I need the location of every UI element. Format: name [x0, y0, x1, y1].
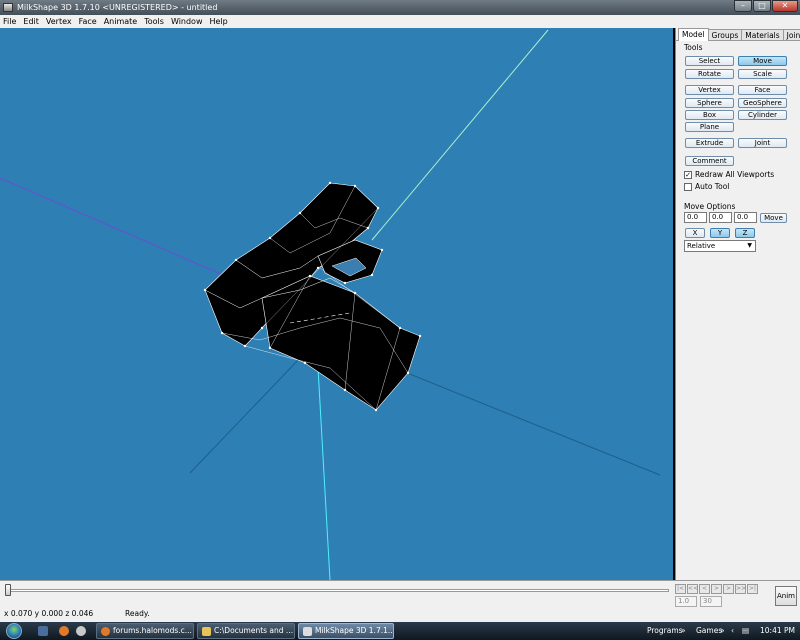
extrude-button[interactable]: Extrude: [685, 138, 734, 148]
rotate-button[interactable]: Rotate: [685, 69, 734, 79]
start-frame-field[interactable]: 1.0: [675, 596, 697, 607]
x-axis-line: [0, 177, 231, 279]
timeline-bar: |< << < > > >> >| 1.0 30 Anim x 0.070 y …: [0, 580, 800, 622]
milkshape-icon: [303, 627, 312, 636]
tools-label: Tools: [684, 43, 703, 52]
tab-groups[interactable]: Groups: [707, 29, 743, 40]
chevron-icon[interactable]: »: [681, 622, 686, 640]
y-axis-line: [371, 29, 549, 241]
select-button[interactable]: Select: [685, 56, 734, 66]
folder-icon: [202, 627, 211, 636]
panel-tabs: Model Groups Materials Joints: [676, 28, 800, 41]
auto-tool-row[interactable]: Auto Tool: [684, 182, 729, 191]
joint-button[interactable]: Joint: [738, 138, 787, 148]
menu-file[interactable]: File: [3, 15, 16, 28]
right-panel: Model Groups Materials Joints Tools Sele…: [675, 28, 800, 580]
next-key-icon[interactable]: >>: [735, 584, 746, 594]
axis-y-button[interactable]: Y: [710, 228, 730, 238]
menu-face[interactable]: Face: [79, 15, 97, 28]
scale-button[interactable]: Scale: [738, 69, 787, 79]
move-apply-button[interactable]: Move: [760, 213, 787, 223]
cylinder-button[interactable]: Cylinder: [738, 110, 787, 120]
gun-mesh: [203, 181, 422, 412]
network-icon[interactable]: ▤: [742, 622, 749, 640]
geosphere-button[interactable]: GeoSphere: [738, 98, 787, 108]
redraw-all-label: Redraw All Viewports: [695, 170, 775, 179]
vertex-button[interactable]: Vertex: [685, 85, 734, 95]
taskbar: forums.halomods.c... C:\Documents and ..…: [0, 622, 800, 640]
frame-slider-track[interactable]: [5, 589, 669, 592]
menu-vertex[interactable]: Vertex: [46, 15, 72, 28]
milkshape-app-icon: [3, 3, 13, 12]
last-frame-icon[interactable]: >|: [747, 584, 758, 594]
menu-help[interactable]: Help: [210, 15, 228, 28]
task-label: forums.halomods.c...: [113, 626, 192, 635]
menu-tools[interactable]: Tools: [144, 15, 164, 28]
play-icon[interactable]: >: [711, 584, 722, 594]
move-tool-button[interactable]: Move: [738, 56, 787, 66]
auto-tool-label: Auto Tool: [695, 182, 730, 191]
box-button[interactable]: Box: [685, 110, 734, 120]
move-mode-value: Relative: [687, 242, 716, 250]
playback-controls: |< << < > > >> >|: [675, 584, 758, 594]
axis-z-button[interactable]: Z: [735, 228, 755, 238]
move-y-input[interactable]: 0.0: [709, 212, 732, 223]
move-mode-select[interactable]: Relative ▼: [684, 240, 756, 252]
task-milkshape[interactable]: MilkShape 3D 1.7.1...: [298, 623, 394, 639]
3d-viewport[interactable]: [0, 28, 673, 580]
move-x-input[interactable]: 0.0: [684, 212, 707, 223]
anim-button[interactable]: Anim: [775, 586, 797, 606]
next-frame-icon[interactable]: >: [723, 584, 734, 594]
minimize-icon[interactable]: –: [734, 0, 752, 12]
status-text: Ready.: [125, 609, 150, 618]
prev-key-icon[interactable]: <<: [687, 584, 698, 594]
tab-materials[interactable]: Materials: [741, 29, 784, 40]
first-frame-icon[interactable]: |<: [675, 584, 686, 594]
move-z-input[interactable]: 0.0: [734, 212, 757, 223]
auto-tool-checkbox[interactable]: [684, 182, 692, 191]
menu-animate[interactable]: Animate: [104, 15, 138, 28]
title-bar: MilkShape 3D 1.7.10 <UNREGISTERED> - unt…: [0, 0, 800, 15]
z-axis-line: [317, 367, 331, 580]
move-options-label: Move Options: [684, 202, 736, 211]
clock[interactable]: 10:41 PM: [760, 622, 795, 640]
start-button-icon[interactable]: [6, 623, 22, 639]
show-desktop-icon[interactable]: [38, 626, 48, 636]
tab-model[interactable]: Model: [678, 28, 709, 41]
sphere-button[interactable]: Sphere: [685, 98, 734, 108]
media-icon[interactable]: [76, 626, 86, 636]
maximize-icon[interactable]: □: [753, 0, 771, 12]
comment-button[interactable]: Comment: [685, 156, 734, 166]
grid-line: [369, 357, 661, 476]
prev-frame-icon[interactable]: <: [699, 584, 710, 594]
firefox-icon[interactable]: [59, 626, 69, 636]
status-coordinates: x 0.070 y 0.000 z 0.046: [4, 609, 94, 618]
task-label: MilkShape 3D 1.7.1...: [315, 626, 394, 635]
face-button[interactable]: Face: [738, 85, 787, 95]
plane-button[interactable]: Plane: [685, 122, 734, 132]
grid-line: [189, 357, 301, 474]
end-frame-field[interactable]: 30: [700, 596, 722, 607]
close-icon[interactable]: ✕: [772, 0, 798, 12]
menu-bar: File Edit Vertex Face Animate Tools Wind…: [0, 15, 800, 28]
menu-window[interactable]: Window: [171, 15, 203, 28]
window-controls: – □ ✕: [734, 0, 798, 13]
window-title: MilkShape 3D 1.7.10 <UNREGISTERED> - unt…: [17, 3, 218, 12]
menu-edit[interactable]: Edit: [23, 15, 39, 28]
frame-slider-thumb[interactable]: [5, 584, 11, 596]
chevron-icon[interactable]: »: [720, 622, 725, 640]
task-explorer[interactable]: C:\Documents and ...: [197, 623, 295, 639]
tab-joints[interactable]: Joints: [782, 29, 800, 40]
firefox-icon: [101, 627, 110, 636]
games-toolbar[interactable]: Games: [696, 622, 722, 640]
tray-arrow-icon[interactable]: ‹: [731, 622, 734, 640]
redraw-all-checkbox[interactable]: ✓: [684, 170, 692, 179]
task-label: C:\Documents and ...: [214, 626, 294, 635]
dropdown-arrow-icon: ▼: [747, 242, 752, 249]
redraw-all-row[interactable]: ✓ Redraw All Viewports: [684, 170, 774, 179]
task-firefox[interactable]: forums.halomods.c...: [96, 623, 194, 639]
viewport-canvas: [0, 29, 661, 580]
axis-x-button[interactable]: X: [685, 228, 705, 238]
programs-toolbar[interactable]: Programs: [647, 622, 683, 640]
